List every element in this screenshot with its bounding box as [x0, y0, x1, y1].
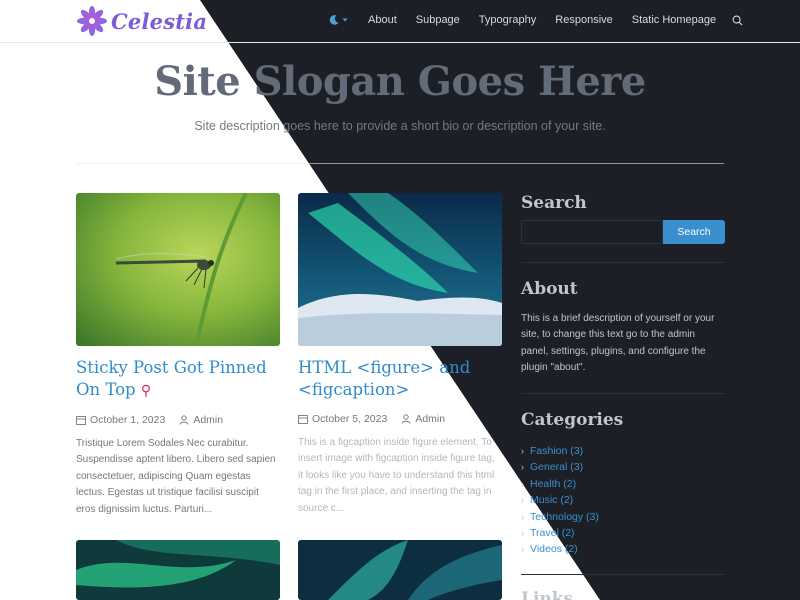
post-card: Sticky Post Got Pinned On Top ⚲ October …: [76, 193, 280, 518]
category-list: › Fashion (3) › General (3) › Health (2) › M…: [521, 443, 599, 558]
chevron-right-icon: ›: [521, 511, 524, 522]
nav-item-static-homepage[interactable]: Static Homepage: [632, 14, 716, 26]
search-form: Search: [521, 220, 725, 244]
post-meta: October 5, 2023 Admin: [298, 413, 502, 425]
site-header: Celestia About Subpage Typography Respon…: [0, 0, 800, 43]
post-card: [298, 540, 502, 600]
category-link[interactable]: Health (2): [530, 476, 576, 492]
category-item[interactable]: › Travel (2): [521, 525, 599, 541]
post-title[interactable]: Sticky Post Got Pinned On Top ⚲: [76, 357, 280, 402]
post-author[interactable]: Admin: [415, 413, 445, 425]
category-item[interactable]: › Technology (3): [521, 509, 599, 525]
nav-item-responsive[interactable]: Responsive: [555, 14, 612, 26]
category-link[interactable]: Music (2): [530, 492, 573, 508]
hero-divider: [76, 163, 724, 164]
category-link[interactable]: Technology (3): [530, 509, 599, 525]
chevron-right-icon: ›: [521, 462, 524, 473]
post-thumbnail-dragonfly[interactable]: [76, 193, 280, 346]
widget-divider: [521, 393, 725, 394]
post-date: October 1, 2023: [90, 414, 166, 426]
sidebar: Search Search About This is a brief desc…: [521, 193, 725, 600]
category-item[interactable]: › Health (2): [521, 476, 599, 492]
widget-divider: [521, 262, 725, 263]
widget-divider: [521, 574, 725, 575]
search-input[interactable]: [521, 220, 663, 244]
flower-logo-icon: [77, 6, 107, 36]
category-link[interactable]: Travel (2): [530, 525, 575, 541]
category-item[interactable]: › Videos (2): [521, 541, 599, 557]
site-logo[interactable]: Celestia: [76, 5, 207, 37]
chevron-right-icon: ›: [521, 495, 524, 506]
post-date: October 5, 2023: [312, 413, 388, 425]
theme-toggle-button[interactable]: [328, 14, 348, 26]
page: Celestia About Subpage Typography Respon…: [0, 0, 800, 600]
site-description: Site description goes here to provide a …: [194, 119, 606, 133]
post-title[interactable]: HTML <figure> and <figcaption>: [298, 357, 502, 401]
header-divider: [0, 42, 800, 43]
nav-item-typography[interactable]: Typography: [479, 14, 536, 26]
search-widget-title: Search: [521, 193, 587, 213]
category-item[interactable]: › Fashion (3): [521, 443, 599, 459]
category-link[interactable]: General (3): [530, 459, 583, 475]
user-icon: [401, 414, 411, 424]
nav-item-about[interactable]: About: [368, 14, 397, 26]
pin-icon: ⚲: [140, 383, 152, 399]
post-excerpt: Tristique Lorem Sodales Nec curabitur. S…: [76, 438, 276, 515]
about-widget-title: About: [521, 279, 578, 299]
chevron-right-icon: ›: [521, 544, 524, 555]
category-item[interactable]: › General (3): [521, 459, 599, 475]
category-link[interactable]: Videos (2): [530, 541, 578, 557]
post-excerpt: This is a figcaption inside figure eleme…: [298, 437, 495, 514]
chevron-right-icon: ›: [521, 528, 524, 539]
post-thumbnail-aurora-blue[interactable]: [298, 540, 502, 600]
nav-item-subpage[interactable]: Subpage: [416, 14, 460, 26]
category-link[interactable]: Fashion (3): [530, 443, 583, 459]
categories-widget-title: Categories: [521, 410, 624, 430]
links-widget-title: Links: [521, 589, 574, 600]
post-thumbnail-aurora[interactable]: [298, 193, 502, 346]
user-icon: [179, 415, 189, 425]
site-name: Celestia: [111, 8, 208, 34]
chevron-right-icon: ›: [521, 478, 524, 489]
post-meta: October 1, 2023 Admin: [76, 414, 280, 426]
post-thumbnail-aurora-green[interactable]: [76, 540, 280, 600]
main-nav: About Subpage Typography Responsive Stat…: [328, 14, 743, 26]
search-button[interactable]: Search: [663, 220, 725, 244]
category-item[interactable]: › Music (2): [521, 492, 599, 508]
post-card: [76, 540, 280, 600]
search-icon[interactable]: [732, 15, 743, 26]
calendar-icon: [298, 415, 308, 424]
chevron-right-icon: ›: [521, 446, 524, 456]
about-text: This is a brief description of yourself …: [521, 313, 715, 374]
site-slogan: Site Slogan Goes Here: [154, 58, 646, 105]
moon-icon: [329, 15, 339, 25]
post-card: HTML <figure> and <figcaption> October 5…: [298, 193, 502, 517]
post-author[interactable]: Admin: [193, 414, 223, 426]
calendar-icon: [76, 416, 86, 425]
chevron-down-icon: [342, 18, 348, 22]
post-title-link[interactable]: Sticky Post Got Pinned On Top: [76, 358, 267, 399]
